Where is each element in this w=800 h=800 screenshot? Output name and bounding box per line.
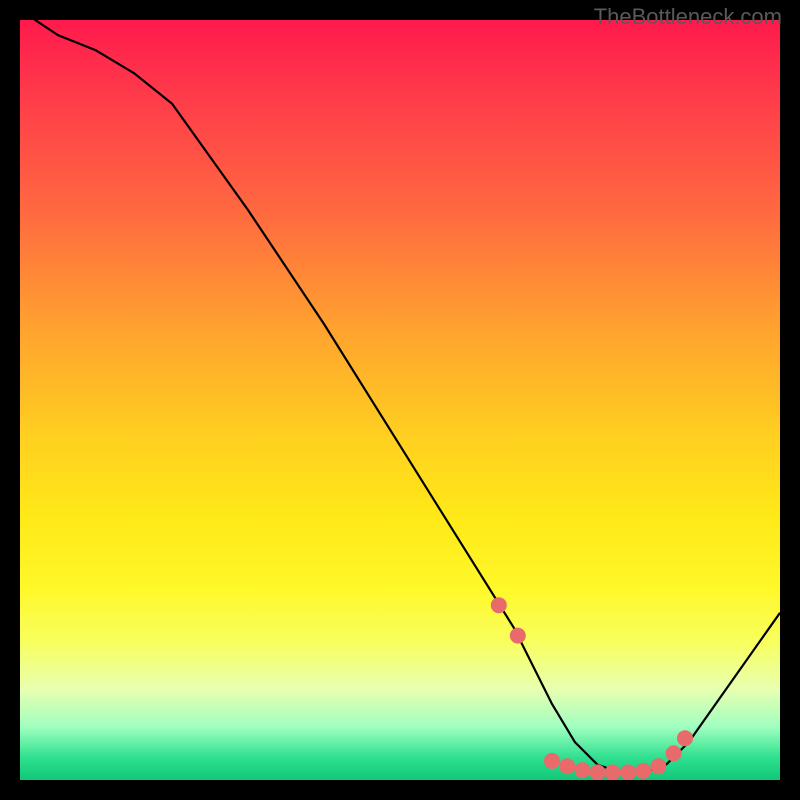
marker-point: [620, 764, 636, 780]
watermark: TheBottleneck.com: [594, 4, 782, 30]
chart-svg: [20, 20, 780, 780]
marker-point: [605, 764, 621, 780]
marker-point: [510, 628, 526, 644]
marker-point: [574, 762, 590, 778]
marker-point: [650, 758, 666, 774]
chart-plot-area: [20, 20, 780, 780]
marker-point: [666, 745, 682, 761]
curve-path: [20, 20, 780, 772]
marker-point: [590, 764, 606, 780]
marker-point: [559, 758, 575, 774]
marker-group: [491, 597, 693, 780]
marker-point: [491, 597, 507, 613]
marker-point: [544, 753, 560, 769]
marker-point: [635, 763, 651, 779]
marker-point: [677, 730, 693, 746]
